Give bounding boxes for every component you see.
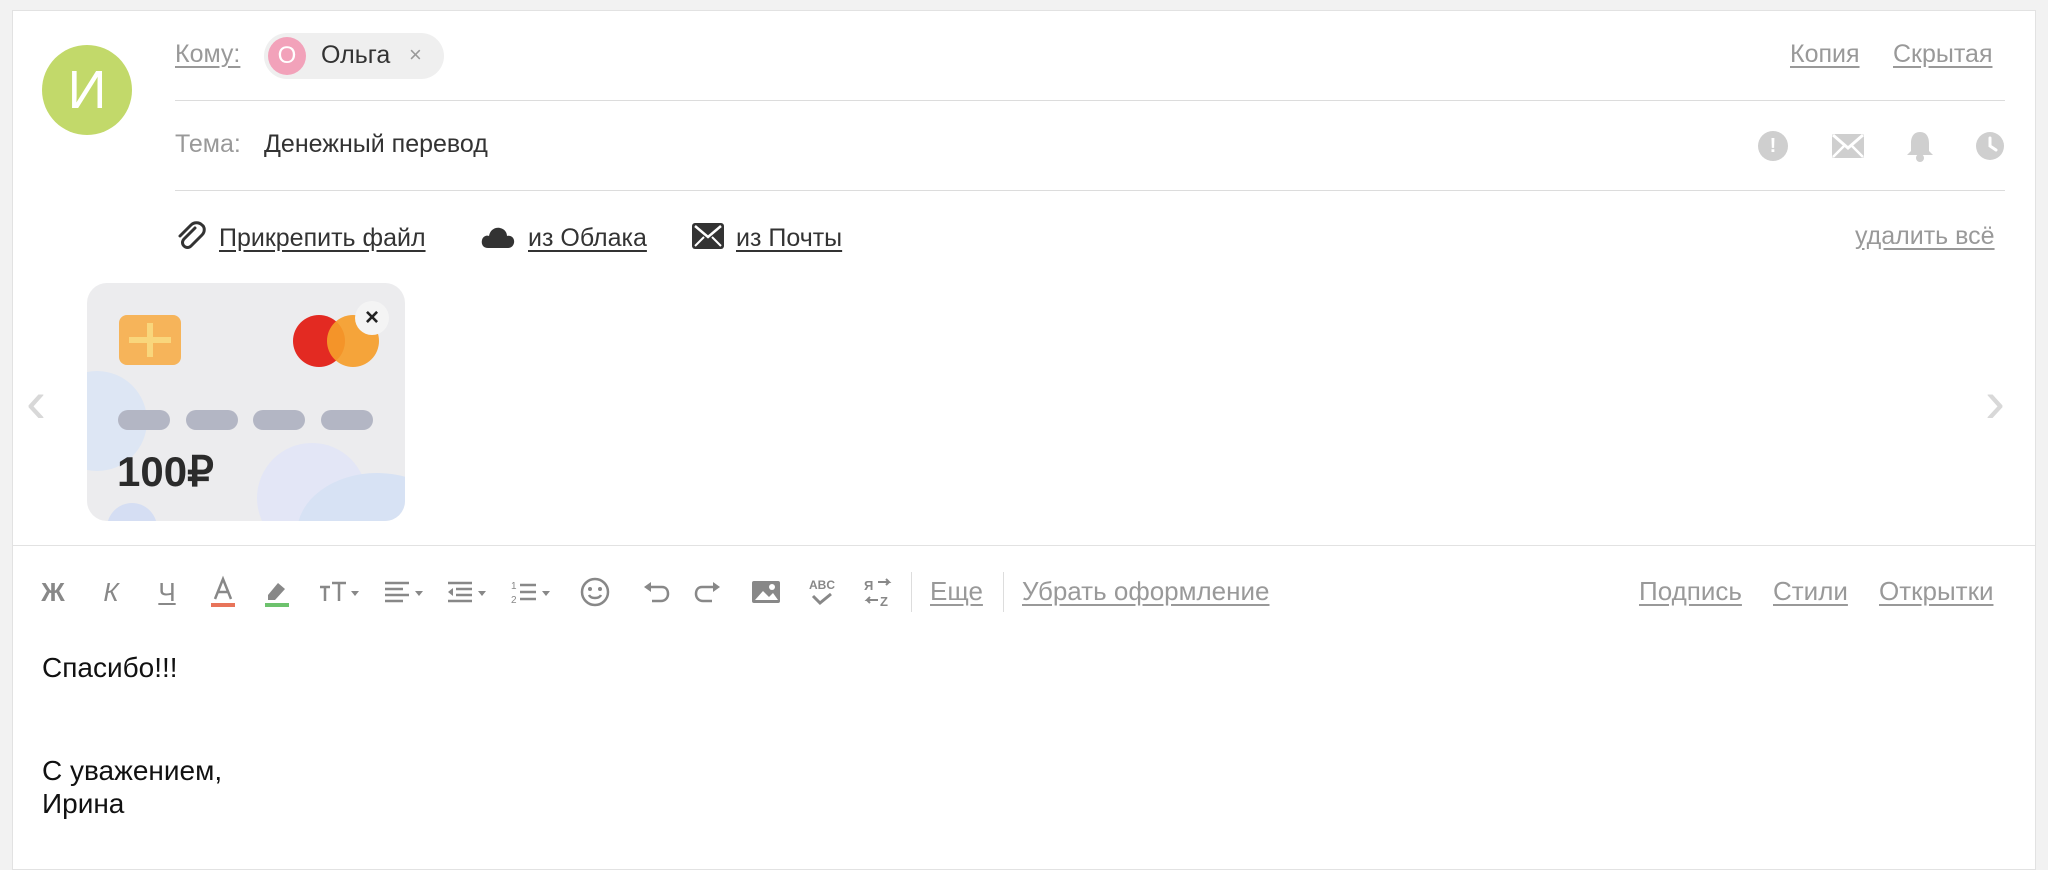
svg-text:Z: Z [880,594,888,608]
sender-avatar: И [42,45,132,135]
indent-icon[interactable] [446,570,490,614]
italic-button[interactable]: К [96,570,126,614]
body-line-name[interactable]: Ирина [42,788,124,820]
highlight-color-icon[interactable] [260,570,294,614]
attach-from-mail-button[interactable]: из Почты [692,222,842,254]
redo-icon[interactable] [692,570,726,614]
underline-button[interactable]: Ч [152,570,182,614]
remove-recipient-icon[interactable]: × [409,42,422,68]
signature-link[interactable]: Подпись [1639,576,1742,607]
schedule-clock-icon[interactable] [1975,131,2005,161]
svg-text:2: 2 [511,595,517,606]
body-line-thanks[interactable]: Спасибо!!! [42,652,178,684]
text-color-icon[interactable] [206,570,240,614]
bold-button[interactable]: Ж [38,570,68,614]
spellcheck-icon[interactable]: ABC [804,570,840,614]
emoji-icon[interactable] [578,570,612,614]
translit-icon[interactable]: Я Z [860,570,896,614]
notify-read-icon[interactable] [1831,131,1865,161]
to-divider [175,100,2005,101]
paperclip-icon [175,220,207,257]
svg-text:Я: Я [864,578,873,593]
postcards-link[interactable]: Открытки [1879,576,1993,607]
from-mail-label: из Почты [736,223,843,252]
cc-link[interactable]: Копия [1790,40,1860,69]
align-icon[interactable] [383,570,427,614]
formatting-toolbar: Ж К Ч 1 2 ABC Я Z Еще Убрать оформление … [0,570,2048,614]
mail-icon [692,222,724,255]
from-cloud-label: из Облака [528,223,647,252]
toolbar-separator [911,572,912,612]
body-line-regards[interactable]: С уважением, [42,755,222,787]
bcc-link[interactable]: Скрытая [1893,40,1992,69]
card-decor-blob [107,503,157,521]
recipient-chip[interactable]: О Ольга × [264,33,444,79]
card-chip-icon [119,315,181,365]
attach-file-label: Прикрепить файл [219,223,426,252]
card-number-placeholder [118,410,170,430]
cloud-icon [480,222,516,255]
subject-label: Тема: [175,130,241,158]
undo-icon[interactable] [638,570,672,614]
subject-input[interactable]: Денежный перевод [264,130,488,159]
delete-all-attachments[interactable]: удалить всё [1855,222,1995,251]
to-label[interactable]: Кому: [175,40,240,69]
next-attachment-arrow[interactable]: › [1985,372,2005,432]
attach-from-cloud-button[interactable]: из Облака [480,222,647,254]
more-button[interactable]: Еще [930,576,983,607]
card-number-placeholder [321,410,373,430]
styles-link[interactable]: Стили [1773,576,1848,607]
svg-text:1: 1 [511,581,517,592]
font-size-icon[interactable] [318,570,362,614]
important-icon[interactable]: ! [1758,131,1788,161]
spellcheck-abc-label: ABC [809,578,835,592]
toolbar-separator [1003,572,1004,612]
card-amount: 100₽ [117,448,214,495]
attach-file-button[interactable]: Прикрепить файл [175,220,426,257]
money-transfer-card[interactable]: × 100₽ [87,283,405,521]
insert-image-icon[interactable] [748,570,784,614]
toolbar-divider [12,545,2036,546]
remove-card-button[interactable]: × [355,301,389,335]
recipient-name: Ольга [321,41,391,69]
clear-formatting-button[interactable]: Убрать оформление [1022,576,1269,607]
prev-attachment-arrow[interactable]: ‹ [26,372,46,432]
card-number-placeholder [253,410,305,430]
numbered-list-icon[interactable]: 1 2 [510,570,554,614]
card-number-placeholder [186,410,238,430]
subject-divider [175,190,2005,191]
recipient-avatar: О [268,37,306,75]
reminder-bell-icon[interactable] [1905,129,1935,163]
